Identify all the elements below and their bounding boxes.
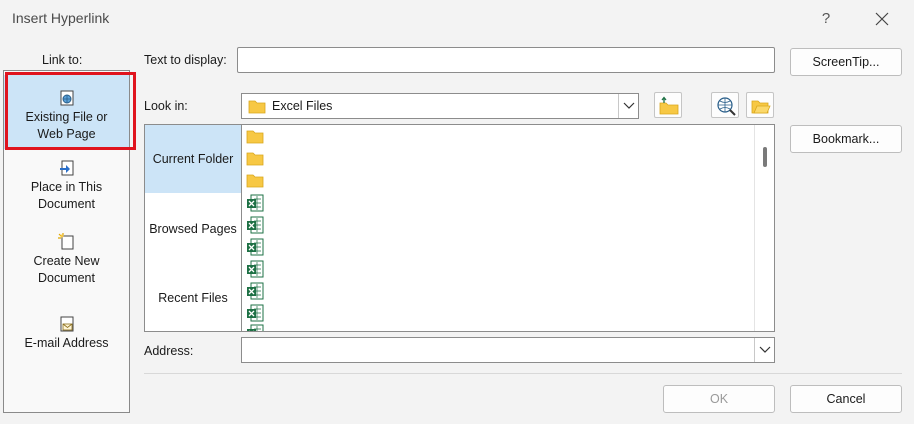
excel-file-icon[interactable] (246, 282, 264, 300)
excel-file-icon[interactable] (246, 238, 264, 256)
help-button[interactable]: ? (812, 6, 840, 32)
text-to-display-label: Text to display: (144, 53, 227, 67)
title-bar: Insert Hyperlink ? (0, 0, 914, 38)
location-list: Current Folder Browsed Pages Recent File… (144, 124, 241, 332)
look-in-value: Excel Files (272, 99, 333, 113)
text-to-display-input[interactable] (237, 47, 775, 73)
nav-place-line2: Document (38, 197, 95, 211)
scrollbar-thumb[interactable] (763, 147, 767, 167)
file-list[interactable] (241, 124, 775, 332)
excel-file-icon[interactable] (246, 304, 264, 322)
link-to-label: Link to: (42, 53, 83, 67)
bookmark-button[interactable]: Bookmark... (790, 125, 902, 153)
nav-create-line2: Document (38, 271, 95, 285)
recent-files-item[interactable]: Recent Files (145, 264, 241, 332)
current-folder-item[interactable]: Current Folder (145, 125, 241, 193)
look-in-label: Look in: (144, 99, 188, 113)
chevron-down-icon (759, 346, 771, 353)
nav-place-in-document[interactable]: Place in This Document (4, 159, 129, 221)
excel-file-icon[interactable] (246, 260, 264, 278)
address-input[interactable] (241, 337, 775, 363)
nav-place-line1: Place in This (30, 180, 103, 194)
nav-create-line1: Create New (33, 254, 100, 268)
folder-icon (248, 100, 266, 114)
excel-file-icon[interactable] (246, 324, 264, 332)
file-list-scrollbar[interactable] (754, 125, 774, 331)
up-one-folder-icon (659, 96, 679, 115)
browse-web-button[interactable] (711, 92, 739, 118)
browse-file-icon (751, 100, 771, 114)
nav-email-address[interactable]: E-mail Address (4, 315, 129, 355)
chevron-down-icon (623, 102, 635, 109)
nav-email-line1: E-mail Address (24, 336, 109, 350)
folder-icon[interactable] (246, 150, 264, 168)
close-icon (875, 12, 889, 26)
cancel-button[interactable]: Cancel (790, 385, 902, 413)
place-in-document-icon (59, 160, 73, 176)
folder-icon[interactable] (246, 172, 264, 190)
excel-file-icon[interactable] (246, 216, 264, 234)
ok-button[interactable]: OK (663, 385, 775, 413)
screentip-button[interactable]: ScreenTip... (790, 48, 902, 76)
address-label: Address: (144, 344, 194, 358)
nav-create-new-document[interactable]: Create New Document (4, 233, 129, 295)
email-address-icon (60, 316, 73, 332)
folder-icon[interactable] (246, 128, 264, 146)
close-button[interactable] (866, 6, 898, 32)
selection-highlight-box (5, 72, 136, 150)
look-in-combobox[interactable]: Excel Files (241, 93, 639, 119)
dialog-title: Insert Hyperlink (12, 10, 110, 26)
up-one-folder-button[interactable] (654, 92, 682, 118)
excel-file-icon[interactable] (246, 194, 264, 212)
browse-file-button[interactable] (746, 92, 774, 118)
browsed-pages-item[interactable]: Browsed Pages (145, 195, 241, 263)
footer-divider (144, 373, 902, 374)
browse-web-icon (717, 97, 736, 116)
address-dropdown-button[interactable] (754, 338, 774, 362)
look-in-dropdown-button[interactable] (618, 94, 638, 118)
create-new-document-icon (57, 233, 73, 250)
